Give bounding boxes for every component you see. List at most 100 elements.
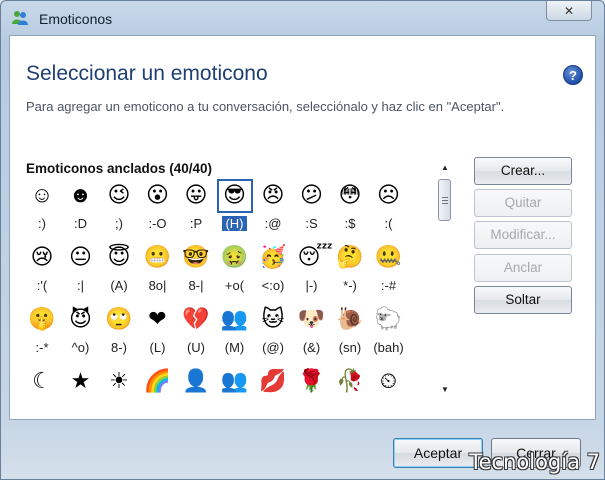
emoticon-cell[interactable]: 💋 [254, 365, 292, 401]
page-title: Seleccionar un emoticono [26, 62, 268, 85]
emoticon-cell[interactable]: 👥 (M) [216, 303, 254, 357]
emoticon-cell[interactable]: 🐌 (sn) [331, 303, 369, 357]
unpin-button[interactable]: Soltar [474, 286, 572, 314]
scroll-down-icon[interactable]: ▼ [436, 383, 454, 397]
emoticon-button[interactable]: 🌈 [140, 365, 176, 399]
emoticon-button[interactable]: 😈 [63, 303, 99, 337]
scroll-thumb[interactable] [438, 179, 451, 221]
emoticon-cell[interactable]: 🤢 +o( [216, 241, 254, 295]
emoticon-button[interactable]: 🐌 [332, 303, 368, 337]
emoticon-cell[interactable]: 😕:S [293, 179, 331, 233]
emoticon-button[interactable]: 😮 [140, 179, 176, 213]
emoticon-cell[interactable]: 🤔 *-) [331, 241, 369, 295]
emoticon-cell[interactable]: 😮:-O [139, 179, 177, 233]
emoticon-button[interactable]: 🐶 [294, 303, 330, 337]
emoticon-cell[interactable]: 🌈 [139, 365, 177, 401]
emoticon-shortcut: :@ [254, 215, 292, 233]
emoticon-cell[interactable]: 😎 (H) [216, 179, 254, 233]
emoticon-button[interactable]: 😬 [140, 241, 176, 275]
emoticon-cell[interactable]: 🤫:-* [23, 303, 61, 357]
emoticon-button[interactable]: 😛 [178, 179, 214, 213]
emoticon-button[interactable]: ☺ [24, 179, 60, 213]
emoticon-button[interactable]: ❤ [140, 303, 176, 337]
emoticon-cell[interactable]: ★ [62, 365, 100, 401]
emoticons-dialog: Emoticonos ✕ Seleccionar un emoticono ? … [0, 0, 605, 480]
emoticon-button[interactable]: 😉 [101, 179, 137, 213]
emoticon-cell[interactable]: 👥 [216, 365, 254, 401]
emoticon-shortcut-label: :@ [264, 216, 282, 231]
scroll-up-icon[interactable]: ▲ [436, 161, 454, 175]
emoticon-cell[interactable]: 😳:$ [331, 179, 369, 233]
emoticon-cell[interactable]: 🐱 (@) [254, 303, 292, 357]
emoticon-cell[interactable]: ❤ (L) [139, 303, 177, 357]
modify-button[interactable]: Modificar... [474, 221, 572, 249]
emoticon-cell[interactable]: 😴 |-) [293, 241, 333, 295]
emoticon-button[interactable]: 👥 [217, 365, 253, 399]
emoticon-button[interactable]: 🐱 [255, 303, 291, 337]
emoticon-cell[interactable]: 😈 ^o) [62, 303, 100, 357]
emoticon-cell[interactable]: 👤 [177, 365, 215, 401]
emoticon-cell[interactable]: 🐶 (&) [293, 303, 331, 357]
emoticon-button[interactable]: 🐑 [371, 303, 407, 337]
close-button[interactable]: ✕ [546, 1, 592, 21]
emoticon-cell[interactable]: 🤓 8-| [177, 241, 215, 295]
emoticon-cell[interactable]: 😇 (A) [100, 241, 138, 295]
emoticon-cell[interactable]: 😛:P [177, 179, 215, 233]
emoticon-button[interactable]: 👥 [217, 303, 253, 337]
emoticon-cell[interactable]: 🥳 <:o) [254, 241, 292, 295]
emoticon-cell[interactable]: 😠 :@ [254, 179, 292, 233]
emoticon-button[interactable]: 👤 [178, 365, 214, 399]
emoticon-button[interactable]: 😐 [63, 241, 99, 275]
emoticon-cell[interactable]: 🥀 [331, 365, 369, 401]
emoticon-button[interactable]: 🤔 [332, 241, 368, 275]
emoticon-cell[interactable]: ☹:( [370, 179, 408, 233]
emoticon-button[interactable]: 🤢 [217, 241, 253, 275]
emoticon-button[interactable]: ☹ [371, 179, 407, 213]
emoticon-cell[interactable]: 😢:'( [23, 241, 61, 295]
emoticon-shortcut-label: (M) [224, 340, 245, 355]
emoticon-button[interactable]: 💋 [255, 365, 291, 399]
emoticon-cell[interactable]: 😉;) [100, 179, 138, 233]
emoticon-cell[interactable]: ☺:) [23, 179, 61, 233]
emoticon-button[interactable]: 🥀 [332, 365, 368, 399]
emoticon-button[interactable]: ☻ [63, 179, 99, 213]
emoticon-button[interactable]: 🤫 [24, 303, 60, 337]
emoticon-button[interactable]: 🙄 [101, 303, 137, 337]
emoticon-cell[interactable]: 💔 (U) [177, 303, 215, 357]
emoticon-cell[interactable]: 😬 8o| [139, 241, 177, 295]
emoticon-cell[interactable]: ☀ [100, 365, 138, 401]
emoticon-shortcut: (sn) [331, 339, 369, 357]
grid-scrollbar[interactable]: ▲ ▼ [436, 161, 454, 397]
emoticon-icon: 🤐 [374, 244, 403, 269]
emoticon-button[interactable]: 🌹 [294, 365, 330, 399]
emoticon-shortcut: (bah) [370, 339, 408, 357]
create-button[interactable]: Crear... [474, 157, 572, 185]
emoticon-cell[interactable]: 🐑 (bah) [370, 303, 408, 357]
emoticon-button[interactable]: 😢 [24, 241, 60, 275]
emoticon-cell[interactable]: 🤐:-# [370, 241, 408, 295]
pin-button[interactable]: Anclar [474, 254, 572, 282]
emoticon-button[interactable]: 💔 [178, 303, 214, 337]
emoticon-button[interactable]: 🤐 [371, 241, 407, 275]
emoticon-cell[interactable]: 🌹 [293, 365, 331, 401]
help-icon[interactable]: ? [563, 65, 583, 85]
emoticon-button[interactable]: 😕 [294, 179, 330, 213]
emoticon-button[interactable]: 🤓 [178, 241, 214, 275]
emoticon-button[interactable]: 😇 [101, 241, 137, 275]
emoticon-button[interactable]: 😎 [216, 179, 253, 213]
title-bar[interactable]: Emoticonos ✕ [1, 1, 604, 35]
emoticon-button[interactable]: 😳 [332, 179, 368, 213]
emoticon-cell[interactable]: 🙄 8-) [100, 303, 138, 357]
remove-button[interactable]: Quitar [474, 189, 572, 217]
emoticon-cell[interactable]: 😐:| [62, 241, 100, 295]
emoticon-button[interactable]: 😴 [294, 241, 333, 275]
emoticon-cell[interactable]: ⏲ [370, 365, 408, 401]
emoticon-cell[interactable]: ☻:D [62, 179, 100, 233]
emoticon-cell[interactable]: ☾ [23, 365, 61, 401]
emoticon-button[interactable]: ⏲ [371, 365, 407, 399]
emoticon-button[interactable]: ☀ [101, 365, 137, 399]
emoticon-button[interactable]: ☾ [24, 365, 60, 399]
emoticon-button[interactable]: ★ [63, 365, 99, 399]
emoticon-button[interactable]: 😠 [255, 179, 291, 213]
emoticon-button[interactable]: 🥳 [255, 241, 291, 275]
